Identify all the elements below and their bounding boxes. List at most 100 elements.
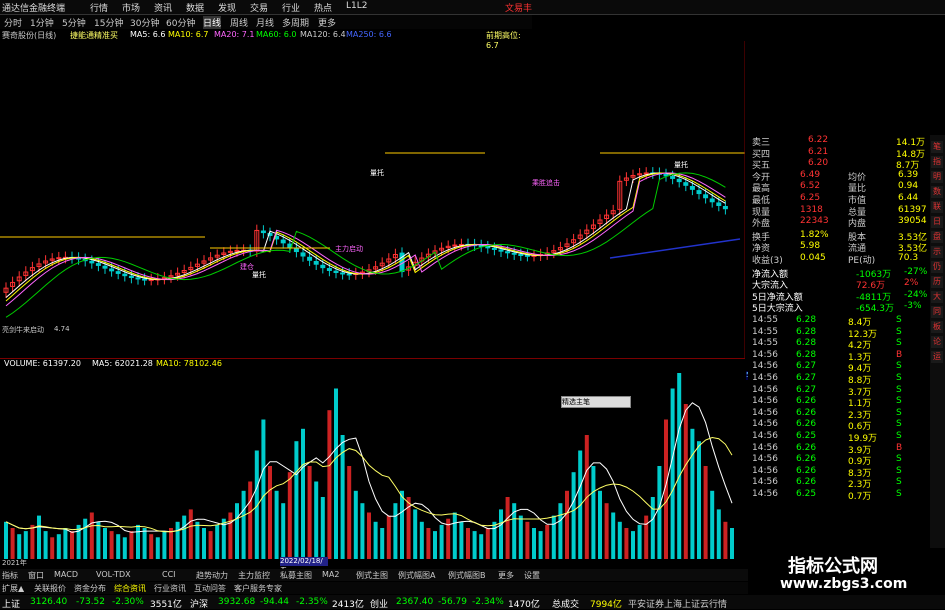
period-button-more[interactable]: 更多 <box>318 16 336 29</box>
volume-bar <box>551 515 556 559</box>
period-button-monthly[interactable]: 月线 <box>256 16 274 29</box>
quote-price: 6.20 <box>808 158 829 169</box>
period-button-fenshi[interactable]: 分时 <box>4 16 22 29</box>
tick-price: 6.27 <box>796 373 817 383</box>
indicator-tab[interactable]: 例式幅图B <box>448 570 486 581</box>
sub-tab[interactable]: 互动问答 <box>194 583 226 594</box>
popup-tooltip[interactable]: 精选主笔 <box>561 396 631 408</box>
menu-item-trade[interactable]: 交易 <box>250 1 268 14</box>
side-tab[interactable]: 历 <box>931 276 943 288</box>
period-button-60min[interactable]: 60分钟 <box>166 16 195 29</box>
menu-item-hotspot[interactable]: 热点 <box>314 1 332 14</box>
side-tab[interactable]: 运 <box>931 351 943 363</box>
side-tab[interactable]: 板 <box>931 321 943 333</box>
quote-row: 14:56 6.26 8.3万 S <box>748 465 930 479</box>
candlestick-chart[interactable]: 7.257.006.756.506.256.005.755.505.255.00 <box>0 41 745 359</box>
tick-time: 14:56 <box>752 477 778 488</box>
tick-side: B <box>896 442 903 453</box>
volume-bar <box>334 388 338 559</box>
side-tab[interactable]: 盘 <box>931 231 943 243</box>
side-tab[interactable]: 同 <box>931 306 943 318</box>
period-button-weekly[interactable]: 周线 <box>230 16 248 29</box>
tick-price: 6.26 <box>796 465 817 476</box>
indicator-tab[interactable]: 例式主图 <box>356 570 388 581</box>
indicator-tab[interactable]: CCI <box>162 570 176 579</box>
side-tab[interactable]: 大 <box>931 291 943 303</box>
period-button-5min[interactable]: 5分钟 <box>62 16 86 29</box>
period-button-daily[interactable]: 日线 <box>203 16 222 29</box>
volume-bar <box>631 531 635 559</box>
indicator-tab[interactable]: 趋势动力 <box>196 570 228 581</box>
cy-pct: -2.34% <box>472 597 504 607</box>
indicator-tab[interactable]: 例式幅图A <box>398 570 435 581</box>
ma250-line <box>609 238 741 259</box>
volume-bar <box>202 528 206 559</box>
volume-bar <box>393 503 398 559</box>
side-tab[interactable]: 论 <box>931 336 943 348</box>
indicator-tab[interactable]: 指标 <box>2 570 18 581</box>
side-tab[interactable]: 指 <box>931 156 943 168</box>
menu-item-market[interactable]: 市场 <box>122 1 140 14</box>
quote-row: 14:56 6.26 2.3万 S <box>748 408 930 421</box>
tick-volume: 0.7万 <box>848 492 872 502</box>
indicator-tab[interactable]: 更多 <box>498 570 514 581</box>
candle-body <box>333 270 339 274</box>
indicator-tab[interactable]: MA2 <box>322 570 339 579</box>
menu-item-l1l2[interactable]: L1L2 <box>346 1 367 11</box>
indicator-tab[interactable]: VOL-TDX <box>96 570 131 579</box>
quote-row: 5日大宗流入 -654.3万 -3% <box>748 301 930 314</box>
menu-item-data[interactable]: 数据 <box>186 1 204 14</box>
side-tab[interactable]: 明 <box>931 171 943 183</box>
tick-side: S <box>896 489 902 499</box>
sh-change: -73.52 <box>76 597 106 607</box>
menu-item-industry[interactable]: 行业 <box>282 1 300 14</box>
menu-item-quotes[interactable]: 行情 <box>90 1 108 14</box>
sub-tab[interactable]: 行业资讯 <box>154 583 186 594</box>
sub-tab[interactable]: 扩展▲ <box>2 583 24 594</box>
period-button-multi[interactable]: 多周期 <box>282 16 309 29</box>
side-tab[interactable]: 笔 <box>931 141 943 153</box>
menu-item-news[interactable]: 资讯 <box>154 1 172 14</box>
side-tab[interactable]: 示 <box>931 246 943 258</box>
indicator-tab[interactable]: 窗口 <box>28 570 44 581</box>
sub-tab[interactable]: 综合资讯 <box>114 583 146 594</box>
candle-body <box>722 206 728 210</box>
tick-price: 6.26 <box>796 419 817 430</box>
indicator-tab[interactable]: 私募主图 <box>280 570 312 581</box>
volume-bar <box>604 503 609 559</box>
stat-value: 6.52 <box>800 181 821 192</box>
volume-bar <box>109 531 114 559</box>
quote-row: 14:56 6.26 3.9万 B <box>748 442 930 456</box>
candle-body <box>703 194 709 199</box>
quote-row: 14:56 6.27 9.4万 S <box>748 361 930 374</box>
broker-label: 平安证券上海上证云行情 <box>628 600 728 610</box>
candle-body <box>485 246 491 249</box>
watermark-line2: www.zbgs3.com <box>780 576 908 592</box>
quote-row: 收益(3) 0.045 PE(动) 70.3 <box>748 253 930 266</box>
side-tab[interactable]: 日 <box>931 216 943 228</box>
menu-item-discover[interactable]: 发现 <box>218 1 236 14</box>
side-tab[interactable]: 联 <box>931 201 943 213</box>
side-tab[interactable]: 仍 <box>931 261 943 273</box>
tick-price: 6.26 <box>796 454 817 465</box>
volume-chart[interactable]: 5000040000300002000010000 <box>0 369 745 565</box>
tick-price: 6.26 <box>796 477 817 488</box>
sub-tab[interactable]: 客户服务专家 <box>234 583 282 594</box>
sub-tab[interactable]: 关联报价 <box>34 583 66 594</box>
volume-bar <box>10 528 15 559</box>
candle-body <box>670 176 676 179</box>
volume-bar <box>235 503 239 559</box>
volume-bar <box>274 490 279 559</box>
volume-bar <box>558 503 563 559</box>
indicator-tab[interactable]: MACD <box>54 570 78 579</box>
indicator-tab[interactable]: 设置 <box>524 570 540 581</box>
side-tab[interactable]: 数 <box>931 186 943 198</box>
period-button-30min[interactable]: 30分钟 <box>130 16 159 29</box>
indicator-tab[interactable]: 主力监控 <box>238 570 270 581</box>
sub-tab[interactable]: 资金分布 <box>74 583 106 594</box>
period-button-1min[interactable]: 1分钟 <box>30 16 54 29</box>
volume-bar <box>598 490 602 559</box>
volume-bar <box>697 441 701 559</box>
quote-row: 买四 6.21 14.8万 <box>748 147 930 160</box>
period-button-15min[interactable]: 15分钟 <box>94 16 123 29</box>
